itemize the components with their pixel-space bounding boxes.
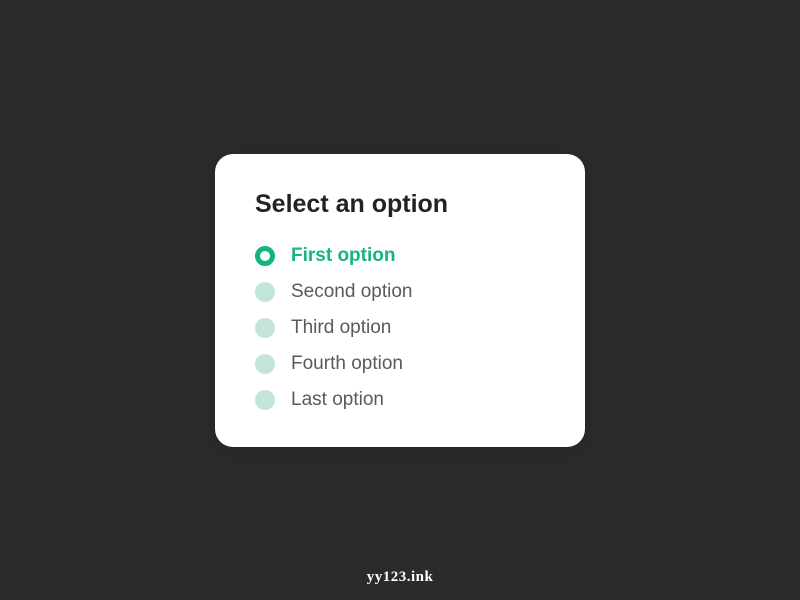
radio-selected-icon [255,246,275,266]
option-item-first[interactable]: First option [255,245,545,267]
option-label: Last option [291,389,384,411]
option-list: First option Second option Third option … [255,245,545,411]
radio-unselected-icon [255,282,275,302]
radio-unselected-icon [255,318,275,338]
option-label: Third option [291,317,391,339]
option-label: First option [291,245,395,267]
option-item-third[interactable]: Third option [255,317,545,339]
option-label: Second option [291,281,413,303]
radio-unselected-icon [255,354,275,374]
watermark: yy123.ink [367,569,434,586]
option-label: Fourth option [291,353,403,375]
option-item-fourth[interactable]: Fourth option [255,353,545,375]
card-title: Select an option [255,190,545,219]
option-card: Select an option First option Second opt… [215,154,585,447]
option-item-last[interactable]: Last option [255,389,545,411]
radio-unselected-icon [255,390,275,410]
option-item-second[interactable]: Second option [255,281,545,303]
